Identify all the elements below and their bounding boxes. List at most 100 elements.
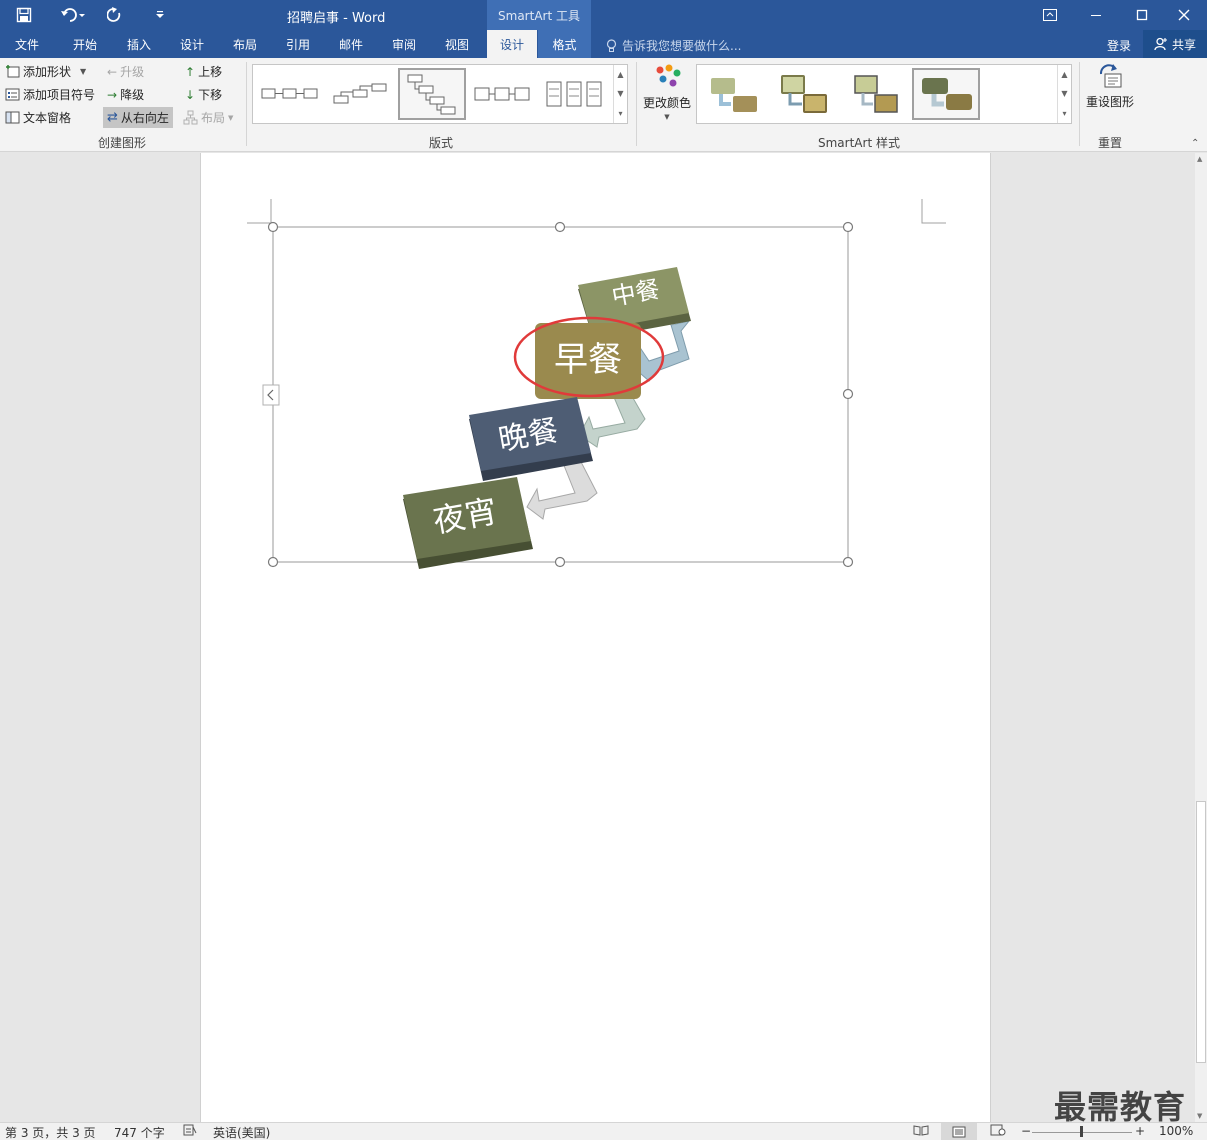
gallery-up-icon: ▲: [1061, 70, 1068, 80]
gallery-more-icon: ▾: [1062, 108, 1067, 118]
person-icon: [1154, 37, 1167, 51]
language-indicator[interactable]: 英语(美国): [213, 1124, 270, 1140]
customize-quick-access-icon[interactable]: [150, 0, 170, 30]
style-thumbnail-1[interactable]: [699, 68, 767, 120]
document-title: 招聘启事 - Word: [287, 11, 386, 26]
page-count[interactable]: 第 3 页，共 3 页: [5, 1124, 96, 1140]
margin-mark-top-left: [247, 199, 272, 224]
add-shape-button[interactable]: 添加形状 ▼: [5, 61, 86, 82]
minimize-icon[interactable]: [1073, 0, 1119, 30]
tab-home[interactable]: 开始: [60, 30, 110, 58]
gallery-down-icon: ▼: [617, 89, 624, 99]
palette-icon: [656, 64, 681, 87]
style-thumbnail-3[interactable]: [841, 68, 909, 120]
redo-icon[interactable]: [102, 0, 128, 30]
gallery-up-icon: ▲: [617, 70, 624, 80]
right-to-left-button[interactable]: ⇄ 从右向左: [103, 107, 173, 128]
read-mode-icon[interactable]: [913, 1124, 929, 1139]
text-pane-button[interactable]: 文本窗格: [5, 107, 71, 128]
layout-thumbnail-1[interactable]: [256, 68, 324, 120]
reset-graphic-button[interactable]: 重设图形: [1084, 62, 1136, 118]
smartart-styles-group-label: SmartArt 样式: [818, 136, 900, 150]
create-graphic-group-label: 创建图形: [98, 136, 147, 150]
smartart-node-2-label: 早餐: [554, 340, 622, 380]
layout-cascade-icon: [407, 74, 456, 115]
style-flat-icon: [711, 78, 757, 112]
print-layout-icon[interactable]: [941, 1123, 977, 1140]
share-label: 共享: [1171, 37, 1196, 52]
sign-in-link[interactable]: 登录: [1107, 37, 1131, 54]
style-thumbnail-4[interactable]: [912, 68, 980, 120]
tab-view[interactable]: 视图: [432, 30, 482, 58]
group-divider: [1079, 62, 1080, 146]
layouts-gallery-scroll[interactable]: ▲ ▼ ▾: [613, 65, 627, 123]
ribbon: 添加形状 ▼ 添加项目符号 文本窗格 ← 升级 → 降级 ⇄ 从右向左 ↑ 上移…: [0, 58, 1207, 152]
layouts-group-label: 版式: [429, 136, 454, 150]
text-pane-toggle[interactable]: [262, 384, 280, 406]
style-bevel-icon: [854, 75, 898, 113]
chevron-down-icon: ▼: [664, 113, 670, 121]
move-down-button[interactable]: ↓ 下移: [185, 84, 222, 105]
layout-step-icon: [333, 83, 387, 104]
promote-button[interactable]: ← 升级: [107, 61, 144, 82]
zoom-level[interactable]: 100%: [1159, 1124, 1193, 1138]
tab-smartart-format[interactable]: 格式: [538, 30, 591, 58]
style-thumbnail-2[interactable]: [770, 68, 838, 120]
tab-file[interactable]: 文件: [2, 30, 52, 58]
layout-thumbnail-5[interactable]: [540, 68, 608, 120]
tab-insert[interactable]: 插入: [114, 30, 164, 58]
style-outline-icon: [781, 75, 827, 113]
tell-me-text: 告诉我您想要做什么...: [622, 39, 742, 53]
ribbon-display-options-icon[interactable]: [1027, 0, 1073, 30]
smartart-styles-gallery[interactable]: ▲ ▼ ▾: [696, 64, 1072, 124]
move-up-button[interactable]: ↑ 上移: [185, 61, 222, 82]
layouts-gallery[interactable]: ▲ ▼ ▾: [252, 64, 628, 124]
add-bullet-icon: [5, 88, 20, 101]
zoom-in-icon[interactable]: +: [1135, 1124, 1145, 1138]
zoom-slider-thumb[interactable]: [1080, 1126, 1083, 1137]
tab-references[interactable]: 引用: [273, 30, 323, 58]
smartart-node-4[interactable]: 夜宵: [403, 477, 533, 569]
tab-smartart-design[interactable]: 设计: [487, 30, 537, 58]
proofing-icon[interactable]: [183, 1124, 197, 1139]
change-colors-button[interactable]: 更改颜色 ▼: [642, 62, 692, 128]
layout-thumbnail-4[interactable]: [469, 68, 537, 120]
reset-group-label: 重置: [1098, 136, 1123, 150]
vertical-scrollbar[interactable]: ▲ ▼: [1195, 153, 1207, 1122]
undo-icon[interactable]: [56, 0, 90, 30]
smartart-node-2[interactable]: 早餐: [535, 323, 641, 399]
scroll-up-icon[interactable]: ▲: [1197, 155, 1202, 163]
styles-gallery-scroll[interactable]: ▲ ▼ ▾: [1057, 65, 1071, 123]
gallery-down-icon: ▼: [1061, 89, 1068, 99]
maximize-icon[interactable]: [1119, 0, 1165, 30]
tab-layout[interactable]: 布局: [220, 30, 270, 58]
save-icon[interactable]: [10, 0, 38, 30]
layout-thumbnail-2[interactable]: [327, 68, 395, 120]
smartart-tools-title: SmartArt 工具: [487, 0, 591, 30]
scroll-down-icon[interactable]: ▼: [1197, 1112, 1202, 1120]
zoom-out-icon[interactable]: −: [1021, 1124, 1031, 1138]
document-page[interactable]: 中餐 早餐 晚餐 夜宵: [200, 153, 991, 1122]
web-layout-icon[interactable]: [990, 1124, 1006, 1139]
collapse-ribbon-icon[interactable]: ⌃: [1191, 138, 1199, 149]
tab-review[interactable]: 审阅: [379, 30, 429, 58]
chevron-down-icon: ▼: [228, 113, 234, 122]
share-button[interactable]: 共享: [1143, 30, 1207, 58]
status-bar: 第 3 页，共 3 页 747 个字 英语(美国) − + 100%: [0, 1122, 1207, 1140]
gallery-more-icon: ▾: [618, 108, 623, 118]
add-bullet-button[interactable]: 添加项目符号: [5, 84, 95, 105]
arrow-down-icon: ↓: [185, 87, 196, 102]
tell-me-box[interactable]: 告诉我您想要做什么...: [606, 37, 741, 54]
demote-button[interactable]: → 降级: [107, 84, 144, 105]
lightbulb-icon: [606, 38, 617, 52]
tab-design[interactable]: 设计: [167, 30, 217, 58]
text-pane-icon: [5, 111, 20, 124]
scrollbar-thumb[interactable]: [1196, 801, 1206, 1063]
swap-direction-icon: ⇄: [107, 110, 118, 125]
tab-mailings[interactable]: 邮件: [326, 30, 376, 58]
org-layout-icon: [183, 110, 198, 125]
layout-thumbnail-3[interactable]: [398, 68, 466, 120]
layout-button[interactable]: 布局 ▼: [183, 107, 233, 128]
close-icon[interactable]: [1161, 0, 1207, 30]
word-count[interactable]: 747 个字: [114, 1124, 165, 1140]
